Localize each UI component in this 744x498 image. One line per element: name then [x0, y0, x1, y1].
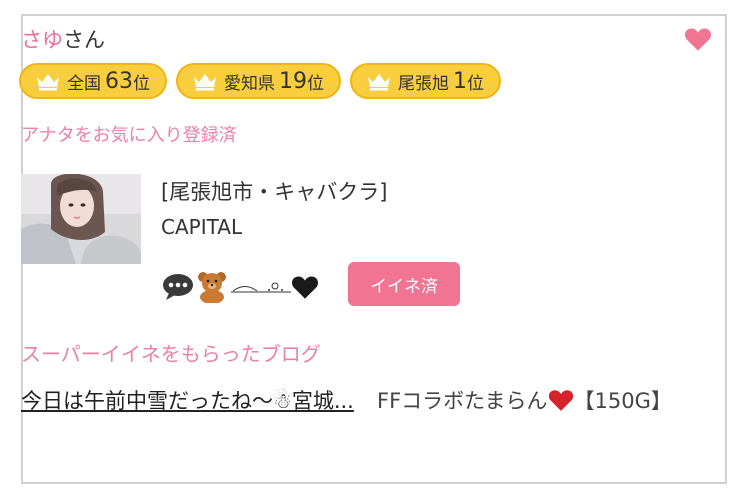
ranking-region: 全国 — [67, 73, 101, 94]
favorite-status: アナタをお気に入り登録済 — [21, 125, 237, 146]
ranking-badge-city[interactable]: 尾張旭 1 位 — [350, 63, 501, 99]
ranking-badge-national[interactable]: 全国 63 位 — [19, 63, 167, 99]
ranking-unit: 位 — [307, 73, 324, 94]
cast-name: さゆさん — [21, 24, 105, 54]
cast-name-highlight: さゆ — [21, 28, 63, 52]
crown-icon — [194, 74, 216, 91]
red-heart-icon — [548, 390, 573, 411]
ranking-unit: 位 — [133, 73, 150, 94]
teddy-bear-icon — [198, 272, 226, 303]
cast-emoji-comment — [161, 270, 319, 304]
blog-post-title-part: 【150G】 — [573, 389, 672, 413]
cast-name-suffix: さん — [63, 28, 105, 52]
speech-bubble-icon — [163, 274, 193, 300]
ranking-badge-prefecture[interactable]: 愛知県 19 位 — [176, 63, 341, 99]
ranking-badges: 全国 63 位 愛知県 19 位 尾張旭 1 位 — [19, 63, 501, 99]
ranking-region: 愛知県 — [224, 73, 275, 94]
black-heart-icon — [291, 276, 319, 299]
blog-post-title-part: FFコラボたまらん — [377, 389, 548, 413]
shop-name[interactable]: CAPITAL — [161, 215, 242, 239]
ranking-number: 63 — [105, 68, 133, 94]
blog-post-item[interactable]: FFコラボたまらん 【150G】 — [377, 385, 677, 418]
decorative-line-icon — [231, 282, 291, 293]
shop-category: [尾張旭市・キャバクラ] — [161, 180, 388, 204]
ranking-region: 尾張旭 — [398, 73, 449, 94]
like-button[interactable]: イイネ済 — [348, 262, 460, 306]
ranking-number: 1 — [453, 68, 467, 94]
ranking-unit: 位 — [467, 73, 484, 94]
heart-icon[interactable] — [684, 26, 712, 52]
super-like-blog-heading: スーパーイイネをもらったブログ — [21, 342, 321, 366]
crown-icon — [368, 74, 390, 91]
blog-post-link[interactable]: 今日は午前中雪だったね〜☃宮城... — [21, 385, 366, 418]
crown-icon — [37, 74, 59, 91]
avatar[interactable] — [21, 174, 141, 264]
ranking-number: 19 — [279, 68, 307, 94]
